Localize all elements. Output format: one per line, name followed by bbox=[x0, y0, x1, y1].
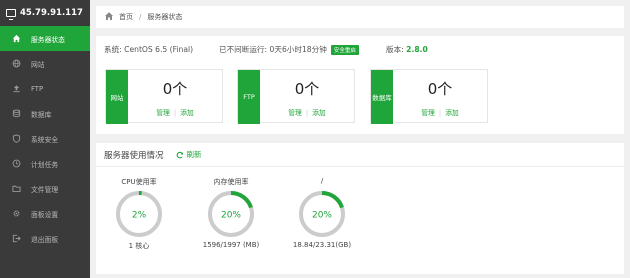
sidebar-item-label: 系统安全 bbox=[31, 135, 59, 144]
card-links: 管理 | 添加 bbox=[128, 107, 222, 117]
manage-link[interactable]: 管理 bbox=[288, 109, 302, 117]
globe-icon bbox=[12, 59, 21, 68]
sidebar-item-label: 数据库 bbox=[31, 110, 52, 119]
sidebar-item-logout[interactable]: 退出面板 bbox=[0, 226, 90, 251]
gauge-footer: 1596/1997 (MB) bbox=[202, 241, 260, 249]
breadcrumb-home[interactable]: 首页 bbox=[119, 12, 133, 22]
sidebar-item-security[interactable]: 系统安全 bbox=[0, 126, 90, 151]
memory-gauge: 内存使用率 20% 1596/1997 (MB) bbox=[191, 177, 271, 249]
gauge-value: 20% bbox=[221, 211, 241, 221]
breadcrumb: 首页 / 服务器状态 bbox=[96, 6, 624, 28]
usage-header: 服务器使用情况 刷新 bbox=[96, 143, 624, 167]
sidebar-item-label: 退出面板 bbox=[31, 235, 59, 244]
database-icon bbox=[12, 109, 21, 118]
manage-link[interactable]: 管理 bbox=[156, 109, 170, 117]
gear-icon bbox=[12, 209, 21, 218]
uptime-info: 已不间断运行: 0天6小时18分钟 bbox=[219, 45, 327, 54]
system-info: 系统: CentOS 6.5 (Final) 已不间断运行: 0天6小时18分钟… bbox=[104, 44, 359, 55]
cpu-gauge: CPU使用率 2% 1 核心 bbox=[99, 177, 179, 251]
main-content: 首页 / 服务器状态 系统: CentOS 6.5 (Final) 已不间断运行… bbox=[90, 0, 630, 278]
sidebar-item-ftp[interactable]: FTP bbox=[0, 76, 90, 101]
sidebar-item-label: 文件管理 bbox=[31, 185, 59, 194]
card-count: 0个 bbox=[427, 80, 453, 98]
gauge-title: 内存使用率 bbox=[213, 178, 249, 186]
card-count: 0个 bbox=[162, 80, 188, 98]
card-tag: 网站 bbox=[106, 70, 128, 124]
gauge-footer: 18.84/23.31(GB) bbox=[292, 241, 352, 249]
sidebar-item-files[interactable]: 文件管理 bbox=[0, 176, 90, 201]
database-card: 数据库 0个 管理 | 添加 bbox=[370, 69, 488, 124]
card-tag: FTP bbox=[238, 70, 260, 124]
server-ip: 45.79.91.117 bbox=[20, 8, 83, 18]
sidebar-item-label: 面板设置 bbox=[31, 210, 59, 219]
link-separator: | bbox=[305, 109, 309, 117]
card-links: 管理 | 添加 bbox=[260, 107, 354, 117]
version-info: 版本: 2.8.0 bbox=[386, 44, 428, 55]
manage-link[interactable]: 管理 bbox=[421, 109, 435, 117]
breadcrumb-current: 服务器状态 bbox=[147, 13, 183, 21]
gauge-title: CPU使用率 bbox=[121, 178, 157, 186]
gauge-value: 20% bbox=[312, 211, 332, 221]
usage-panel: 服务器使用情况 刷新 CPU使用率 2% 1 核心 内存使用率 20% 1596… bbox=[96, 143, 624, 274]
clock-icon bbox=[12, 159, 21, 168]
upload-icon bbox=[12, 84, 21, 93]
shield-icon bbox=[12, 134, 21, 143]
sidebar-item-label: 计划任务 bbox=[31, 160, 59, 169]
ftp-card: FTP 0个 管理 | 添加 bbox=[237, 69, 355, 124]
link-separator: | bbox=[173, 109, 177, 117]
sidebar-item-server-status[interactable]: 服务器状态 bbox=[0, 26, 90, 51]
gauge-ring: 20% bbox=[299, 191, 345, 237]
gauge-footer: 1 核心 bbox=[128, 242, 150, 250]
link-separator: | bbox=[438, 109, 442, 117]
sidebar-item-label: 服务器状态 bbox=[31, 35, 65, 44]
sidebar-item-cron[interactable]: 计划任务 bbox=[0, 151, 90, 176]
sidebar-item-database[interactable]: 数据库 bbox=[0, 101, 90, 126]
refresh-label: 刷新 bbox=[186, 150, 202, 159]
sidebar-item-label: FTP bbox=[31, 84, 44, 93]
add-link[interactable]: 添加 bbox=[180, 109, 194, 117]
version-number: 2.8.0 bbox=[406, 45, 428, 54]
gauge-value: 2% bbox=[132, 211, 147, 221]
disk-gauge: / 20% 18.84/23.31(GB) bbox=[282, 177, 362, 249]
card-tag: 数据库 bbox=[371, 70, 393, 124]
sidebar-item-settings[interactable]: 面板设置 bbox=[0, 201, 90, 226]
card-count: 0个 bbox=[294, 80, 320, 98]
home-icon bbox=[12, 34, 21, 43]
usage-title: 服务器使用情况 bbox=[104, 150, 164, 161]
uptime-group: 已不间断运行: 0天6小时18分钟 安全重启 bbox=[219, 44, 359, 55]
refresh-button[interactable]: 刷新 bbox=[176, 149, 202, 160]
card-links: 管理 | 添加 bbox=[393, 107, 487, 117]
version-label: 版本: bbox=[386, 45, 404, 54]
refresh-icon bbox=[176, 151, 183, 158]
home-icon[interactable] bbox=[104, 11, 119, 23]
logout-icon bbox=[12, 234, 21, 243]
gauge-ring: 20% bbox=[208, 191, 254, 237]
folder-icon bbox=[12, 184, 21, 193]
safe-restart-button[interactable]: 安全重启 bbox=[330, 45, 359, 55]
overview-panel: 系统: CentOS 6.5 (Final) 已不间断运行: 0天6小时18分钟… bbox=[96, 36, 624, 134]
website-card: 网站 0个 管理 | 添加 bbox=[105, 69, 223, 124]
sidebar-item-label: 网站 bbox=[31, 60, 45, 69]
os-info: 系统: CentOS 6.5 (Final) bbox=[104, 45, 194, 54]
sidebar: 45.79.91.117 服务器状态 网站 FTP 数据库 系统安全 计划任务 … bbox=[0, 0, 90, 278]
add-link[interactable]: 添加 bbox=[445, 109, 459, 117]
add-link[interactable]: 添加 bbox=[312, 109, 326, 117]
sidebar-header: 45.79.91.117 bbox=[0, 0, 90, 26]
gauge-title: / bbox=[320, 177, 324, 185]
breadcrumb-separator: / bbox=[139, 13, 142, 21]
sidebar-item-website[interactable]: 网站 bbox=[0, 51, 90, 76]
gauge-ring: 2% bbox=[116, 191, 162, 237]
monitor-icon bbox=[6, 9, 16, 20]
